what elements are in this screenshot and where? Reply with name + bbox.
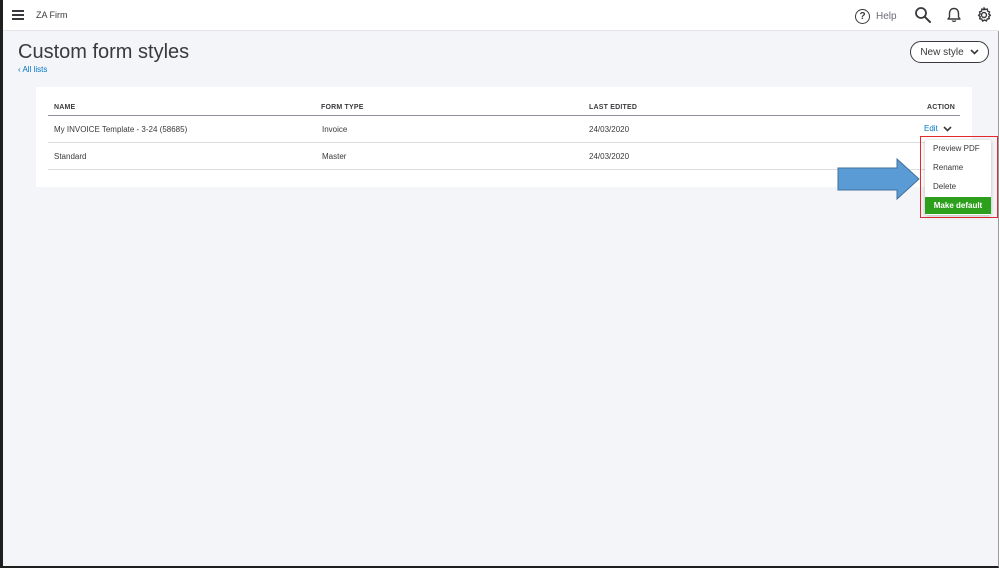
column-header-action: ACTION <box>927 104 956 111</box>
row-1-last-edited: 24/03/2020 <box>589 125 630 134</box>
chevron-down-icon <box>970 49 979 55</box>
row-1-name: My INVOICE Template - 3-24 (58685) <box>54 125 188 134</box>
row-divider <box>48 142 960 143</box>
help-label: Help <box>876 10 897 22</box>
new-style-label: New style <box>920 46 964 58</box>
arrow-annotation-icon <box>837 158 920 200</box>
search-icon[interactable] <box>914 6 932 24</box>
row-2-form-type: Master <box>322 152 347 161</box>
bell-icon[interactable] <box>945 6 963 24</box>
gear-icon[interactable] <box>975 6 993 24</box>
page-title: Custom form styles <box>18 41 190 63</box>
new-style-button[interactable]: New style <box>910 41 989 63</box>
edit-label: Edit <box>924 124 938 133</box>
row-divider <box>48 169 960 170</box>
company-name: ZA Firm <box>36 10 68 20</box>
column-header-name: NAME <box>54 104 76 111</box>
top-bar: ZA Firm ? Help <box>3 0 999 31</box>
hamburger-icon[interactable] <box>12 10 24 20</box>
column-header-form-type: FORM TYPE <box>321 104 364 111</box>
chevron-down-icon[interactable] <box>943 125 952 132</box>
column-header-last-edited: LAST EDITED <box>589 104 638 111</box>
row-2-last-edited: 24/03/2020 <box>589 152 630 161</box>
help-icon: ? <box>855 8 870 24</box>
header-divider <box>48 115 960 116</box>
form-styles-card <box>36 87 972 187</box>
all-lists-link[interactable]: ‹ All lists <box>18 65 47 74</box>
row-1-edit-button[interactable]: Edit <box>924 124 952 133</box>
help-button[interactable]: ? Help <box>855 7 897 25</box>
row-1-form-type: Invoice <box>322 125 348 134</box>
highlight-box <box>920 136 998 218</box>
all-lists-label: All lists <box>22 65 48 74</box>
row-2-name: Standard <box>54 152 87 161</box>
